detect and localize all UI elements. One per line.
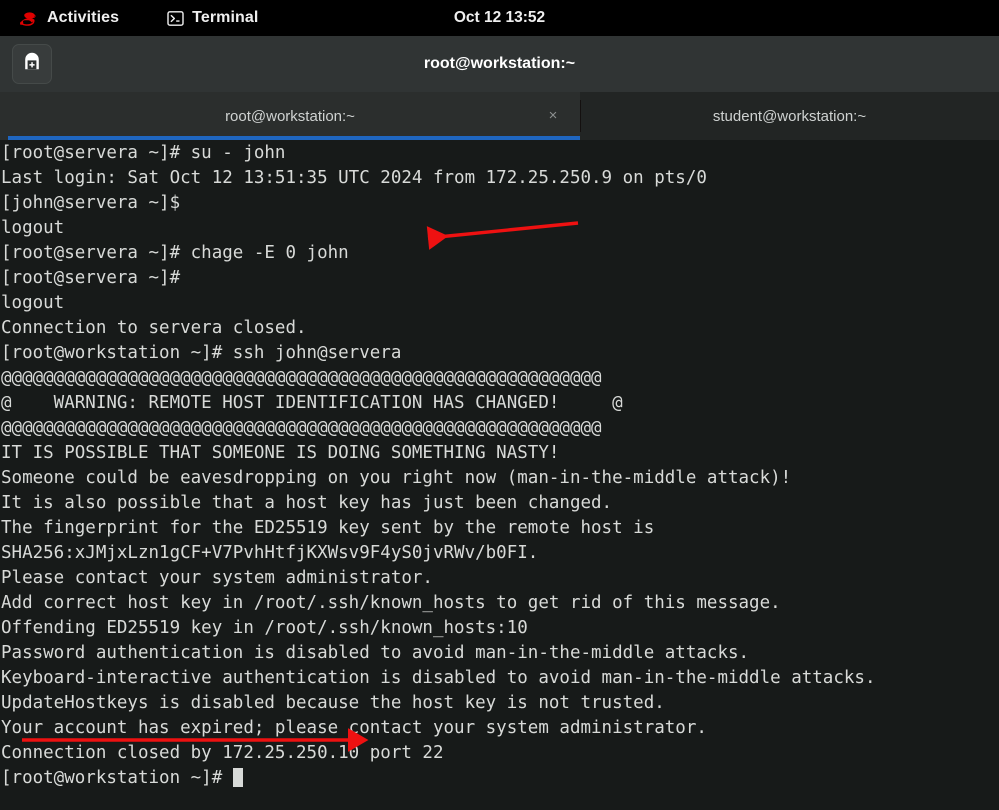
terminal-line: IT IS POSSIBLE THAT SOMEONE IS DOING SOM…: [1, 441, 999, 466]
terminal-line: The fingerprint for the ED25519 key sent…: [1, 516, 999, 541]
tab-root-workstation[interactable]: root@workstation:~ ×: [0, 92, 580, 140]
window-title: root@workstation:~: [424, 55, 575, 73]
terminal-line: Add correct host key in /root/.ssh/known…: [1, 591, 999, 616]
window-header-bar: root@workstation:~: [0, 36, 999, 92]
tab-label: root@workstation:~: [225, 108, 355, 125]
terminal-line: Please contact your system administrator…: [1, 566, 999, 591]
terminal-line: Keyboard-interactive authentication is d…: [1, 666, 999, 691]
tab-bar: root@workstation:~ × student@workstation…: [0, 92, 999, 140]
app-menu-label: Terminal: [192, 9, 258, 27]
new-tab-button[interactable]: [12, 44, 52, 84]
gnome-top-bar: Activities Terminal Oct 12 13:52: [0, 0, 999, 36]
terminal-cursor: [233, 768, 243, 787]
clock-label[interactable]: Oct 12 13:52: [454, 9, 545, 27]
terminal-line: @@@@@@@@@@@@@@@@@@@@@@@@@@@@@@@@@@@@@@@@…: [1, 366, 999, 391]
terminal-line: Someone could be eavesdropping on you ri…: [1, 466, 999, 491]
terminal-line: Connection to servera closed.: [1, 316, 999, 341]
terminal-line: logout: [1, 291, 999, 316]
terminal-line: Last login: Sat Oct 12 13:51:35 UTC 2024…: [1, 166, 999, 191]
terminal-line: [root@workstation ~]#: [1, 766, 999, 791]
terminal-line: Connection closed by 172.25.250.10 port …: [1, 741, 999, 766]
activities-button[interactable]: Activities: [14, 0, 125, 36]
terminal-line: Your account has expired; please contact…: [1, 716, 999, 741]
new-tab-plus-icon: [22, 52, 42, 77]
terminal-line: Offending ED25519 key in /root/.ssh/know…: [1, 616, 999, 641]
redhat-logo-icon: [20, 11, 39, 26]
window-title-area: root@workstation:~: [0, 36, 999, 92]
terminal-line: [root@servera ~]#: [1, 266, 999, 291]
terminal-prompt-icon: [167, 11, 184, 26]
terminal-line: UpdateHostkeys is disabled because the h…: [1, 691, 999, 716]
terminal-text: [root@servera ~]# su - johnLast login: S…: [1, 141, 999, 810]
terminal-window: root@workstation:~ root@workstation:~ × …: [0, 36, 999, 810]
terminal-line: [root@workstation ~]# ssh john@servera: [1, 341, 999, 366]
terminal-output-area[interactable]: [root@servera ~]# su - johnLast login: S…: [0, 140, 999, 810]
terminal-line: @@@@@@@@@@@@@@@@@@@@@@@@@@@@@@@@@@@@@@@@…: [1, 416, 999, 441]
terminal-line: [root@servera ~]# su - john: [1, 141, 999, 166]
screen: Activities Terminal Oct 12 13:52: [0, 0, 999, 810]
terminal-line: [john@servera ~]$: [1, 191, 999, 216]
tab-label: student@workstation:~: [713, 108, 866, 125]
terminal-line: logout: [1, 216, 999, 241]
terminal-line: It is also possible that a host key has …: [1, 491, 999, 516]
app-menu-terminal[interactable]: Terminal: [161, 0, 264, 36]
terminal-line: SHA256:xJMjxLzn1gCF+V7PvhHtfjKXWsv9F4yS0…: [1, 541, 999, 566]
terminal-line: @ WARNING: REMOTE HOST IDENTIFICATION HA…: [1, 391, 999, 416]
activities-label: Activities: [47, 9, 119, 27]
tab-student-workstation[interactable]: student@workstation:~: [580, 92, 999, 140]
terminal-line: Password authentication is disabled to a…: [1, 641, 999, 666]
tab-close-icon[interactable]: ×: [544, 107, 562, 125]
terminal-line: [root@servera ~]# chage -E 0 john: [1, 241, 999, 266]
clock-area: Oct 12 13:52: [0, 0, 999, 36]
